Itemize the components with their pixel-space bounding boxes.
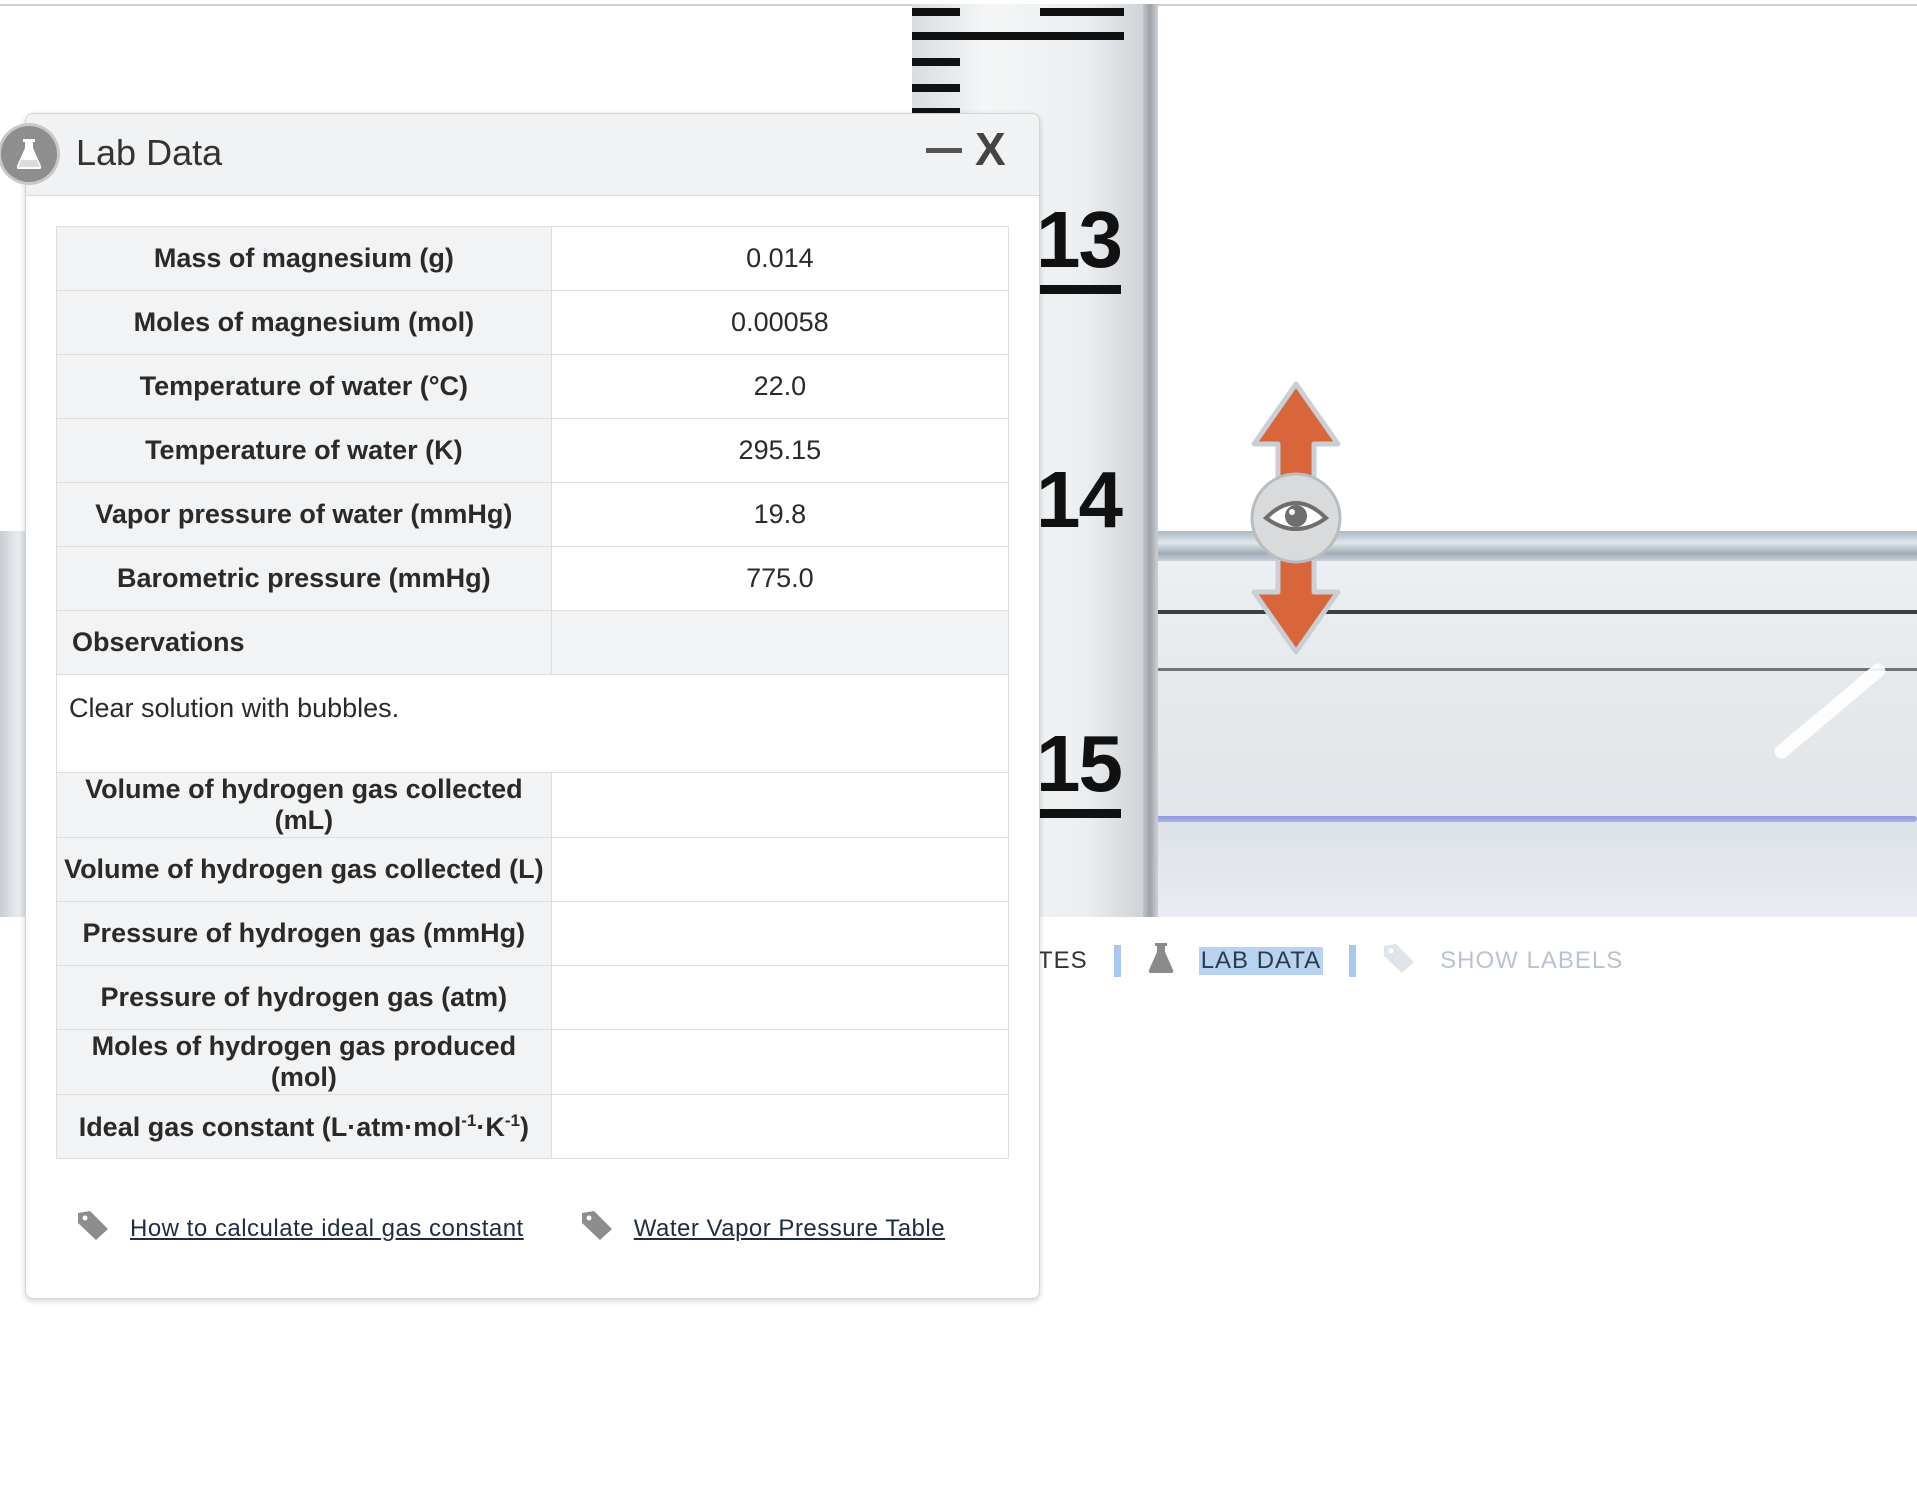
volume-drag-handle[interactable]	[1248, 380, 1344, 656]
table-row: Vapor pressure of water (mmHg) 19.8	[56, 482, 1010, 547]
row-value: 295.15	[550, 418, 1010, 483]
arrow-down-icon[interactable]	[1251, 553, 1341, 655]
gas-constant-label: Ideal gas constant (L·atm·mol-1·K-1)	[56, 1094, 552, 1159]
help-links: How to calculate ideal gas constant Wate…	[76, 1209, 1001, 1248]
table-row: Volume of hydrogen gas collected (L)	[56, 837, 1010, 902]
observations-text[interactable]: Clear solution with bubbles.	[56, 674, 1009, 773]
tag-icon	[76, 1209, 110, 1248]
link-vapor-pressure-table[interactable]: Water Vapor Pressure Table	[580, 1209, 945, 1248]
table-row: Moles of magnesium (mol) 0.00058	[56, 290, 1010, 355]
row-label: Pressure of hydrogen gas (mmHg)	[56, 901, 552, 966]
eye-icon[interactable]	[1250, 472, 1342, 564]
row-label: Mass of magnesium (g)	[56, 226, 552, 291]
observations-label: Observations	[56, 610, 552, 675]
tag-icon	[1382, 942, 1416, 981]
flask-icon	[1147, 942, 1175, 981]
row-label: Vapor pressure of water (mmHg)	[56, 482, 552, 547]
scale-tick	[912, 32, 1124, 40]
row-label: Temperature of water (°C)	[56, 354, 552, 419]
gas-constant-input[interactable]	[550, 1094, 1010, 1159]
show-labels-label: SHOW LABELS	[1440, 947, 1624, 974]
arrow-up-icon[interactable]	[1251, 381, 1341, 483]
gas-constant-help-link[interactable]: How to calculate ideal gas constant	[130, 1215, 524, 1243]
lab-data-button[interactable]: LAB DATA	[1147, 942, 1324, 981]
panel-title: Lab Data	[76, 132, 223, 173]
row-input[interactable]	[550, 837, 1010, 902]
scale-label-15: 15	[1036, 724, 1123, 818]
scale-tick	[912, 58, 960, 66]
row-value: 0.00058	[550, 290, 1010, 355]
row-label: Pressure of hydrogen gas (atm)	[56, 965, 552, 1030]
lab-data-table: Mass of magnesium (g) 0.014 Moles of mag…	[56, 226, 1010, 1159]
table-row: Observations	[56, 610, 1010, 675]
table-row: Volume of hydrogen gas collected (mL)	[56, 772, 1010, 838]
table-row: Temperature of water (K) 295.15	[56, 418, 1010, 483]
row-label: Moles of magnesium (mol)	[56, 290, 552, 355]
minimize-button[interactable]	[926, 148, 962, 153]
scale-label-14: 14	[1036, 455, 1123, 544]
toolbar-separator	[1349, 945, 1357, 977]
toolbar-separator	[1113, 945, 1121, 977]
row-input[interactable]	[550, 772, 1010, 838]
table-row: Mass of magnesium (g) 0.014	[56, 226, 1010, 291]
vapor-pressure-table-link[interactable]: Water Vapor Pressure Table	[634, 1215, 945, 1243]
scale-tick	[912, 8, 960, 16]
lab-data-panel: Lab Data X Mass of magnesium (g) 0.014 M…	[1, 113, 1040, 1299]
lab-data-label: LAB DATA	[1198, 947, 1324, 975]
flask-icon	[1, 126, 57, 182]
row-value: 19.8	[550, 482, 1010, 547]
table-row: Temperature of water (°C) 22.0	[56, 354, 1010, 419]
row-value: 22.0	[550, 354, 1010, 419]
table-row: Barometric pressure (mmHg) 775.0	[56, 546, 1010, 611]
panel-header[interactable]: Lab Data X	[1, 114, 1039, 196]
row-input[interactable]	[550, 965, 1010, 1030]
row-input[interactable]	[550, 901, 1010, 966]
table-row: Pressure of hydrogen gas (mmHg)	[56, 901, 1010, 966]
scale-label-13: 13	[1036, 200, 1123, 294]
tag-icon	[580, 1209, 614, 1248]
row-label: Moles of hydrogen gas produced (mol)	[56, 1029, 552, 1095]
row-input[interactable]	[550, 1029, 1010, 1095]
close-button[interactable]: X	[975, 126, 1006, 172]
row-value: 0.014	[550, 226, 1010, 291]
row-value: 775.0	[550, 546, 1010, 611]
scale-tick	[912, 84, 960, 92]
row-label: Barometric pressure (mmHg)	[56, 546, 552, 611]
link-gas-constant-help[interactable]: How to calculate ideal gas constant	[76, 1209, 524, 1248]
show-labels-button[interactable]: SHOW LABELS	[1382, 942, 1623, 981]
row-label: Volume of hydrogen gas collected (mL)	[56, 772, 552, 838]
row-label: Volume of hydrogen gas collected (L)	[56, 837, 552, 902]
table-row: Ideal gas constant (L·atm·mol-1·K-1)	[56, 1094, 1010, 1159]
table-row: Pressure of hydrogen gas (atm)	[56, 965, 1010, 1030]
observations-header-empty	[550, 610, 1010, 675]
scale-tick	[1040, 8, 1124, 16]
tube-wall	[1143, 4, 1157, 917]
observations-row: Clear solution with bubbles.	[56, 674, 1009, 773]
row-label: Temperature of water (K)	[56, 418, 552, 483]
table-row: Moles of hydrogen gas produced (mol)	[56, 1029, 1010, 1095]
bottom-toolbar: NOTES LAB DATA SHOW LABELS	[1000, 940, 1623, 982]
